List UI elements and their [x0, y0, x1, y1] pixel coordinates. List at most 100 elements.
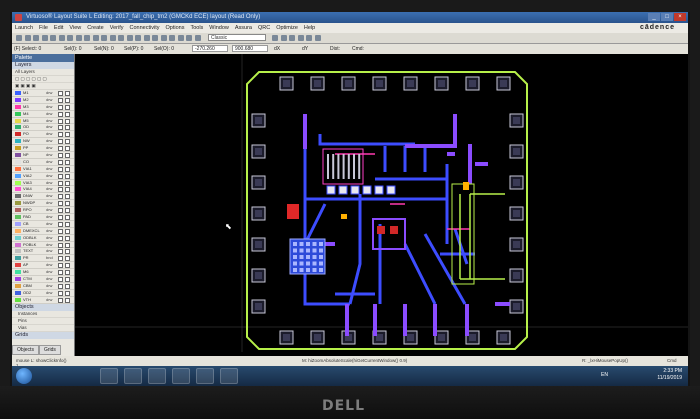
layer-selectable-checkbox[interactable]	[65, 153, 70, 159]
layer-visible-checkbox[interactable]	[58, 146, 63, 152]
layer-visible-checkbox[interactable]	[58, 180, 63, 186]
toolbar-tool-icon[interactable]	[41, 35, 48, 41]
layer-visible-checkbox[interactable]	[58, 215, 63, 221]
menu-view[interactable]: View	[66, 25, 84, 31]
layer-row[interactable]: PP drw	[12, 145, 74, 153]
layer-row[interactable]: M6 drw	[12, 269, 74, 277]
layer-row[interactable]: CBM drw	[12, 283, 74, 290]
layer-selectable-checkbox[interactable]	[65, 215, 70, 221]
layer-selectable-checkbox[interactable]	[65, 208, 70, 214]
toolbar-tool-icon[interactable]	[75, 35, 82, 41]
toolbar-tool-icon[interactable]	[186, 35, 192, 41]
layer-visible-checkbox[interactable]	[58, 159, 63, 165]
layer-row[interactable]: CO drw	[12, 159, 74, 166]
menu-verify[interactable]: Verify	[107, 25, 127, 31]
layer-visible-checkbox[interactable]	[58, 263, 63, 269]
layer-selectable-checkbox[interactable]	[65, 221, 70, 227]
layer-row[interactable]: ODBLK drw	[12, 235, 74, 242]
toolbar-tool-icon[interactable]	[272, 35, 278, 41]
layer-visible-checkbox[interactable]	[58, 187, 63, 193]
layer-row[interactable]: CTM drw	[12, 276, 74, 283]
menu-options[interactable]: Options	[162, 25, 187, 31]
layer-visible-checkbox[interactable]	[58, 125, 63, 131]
layer-visible-checkbox[interactable]	[58, 290, 63, 296]
toolbar-tool-icon[interactable]	[101, 35, 107, 41]
layer-selectable-checkbox[interactable]	[65, 139, 70, 145]
layer-selectable-checkbox[interactable]	[65, 180, 70, 186]
toolbar-tool-icon[interactable]	[67, 35, 73, 41]
layer-selectable-checkbox[interactable]	[65, 187, 70, 193]
layer-row[interactable]: M3 drw	[12, 104, 74, 111]
minimize-button[interactable]: _	[648, 13, 660, 21]
layer-visible-checkbox[interactable]	[58, 139, 63, 145]
layer-visible-checkbox[interactable]	[58, 277, 63, 283]
toolbar-tool-icon[interactable]	[314, 35, 321, 41]
maximize-button[interactable]: □	[661, 13, 673, 21]
toolbar-tool-icon[interactable]	[58, 35, 65, 41]
layer-row[interactable]: NW drw	[12, 138, 74, 146]
layer-row[interactable]: OD2 drw	[12, 290, 74, 297]
layer-filter[interactable]: All Layers	[12, 69, 74, 76]
layer-visible-checkbox[interactable]	[58, 132, 63, 138]
layer-row[interactable]: RPO drw	[12, 207, 74, 215]
layer-row[interactable]: CB drw	[12, 221, 74, 228]
layer-selectable-checkbox[interactable]	[65, 125, 70, 131]
layer-row[interactable]: NP drw	[12, 152, 74, 159]
layer-visible-checkbox[interactable]	[58, 221, 63, 227]
layer-selectable-checkbox[interactable]	[65, 290, 70, 296]
layer-visible-checkbox[interactable]	[58, 235, 63, 241]
layout-canvas[interactable]: ⬉	[75, 54, 688, 352]
layer-visible-checkbox[interactable]	[58, 118, 63, 124]
toolbar-tool-icon[interactable]	[160, 35, 167, 41]
layer-selectable-checkbox[interactable]	[65, 146, 70, 152]
layer-visible-checkbox[interactable]	[58, 91, 63, 96]
layer-selectable-checkbox[interactable]	[65, 173, 70, 179]
toolbar-tool-icon[interactable]	[297, 35, 304, 41]
menu-help[interactable]: Help	[301, 25, 318, 31]
layer-selectable-checkbox[interactable]	[65, 256, 70, 262]
toolbar-tool-icon[interactable]	[169, 35, 175, 41]
layer-row[interactable]: AP drw	[12, 262, 74, 270]
layer-selectable-checkbox[interactable]	[65, 283, 70, 289]
layer-visible-checkbox[interactable]	[58, 242, 63, 248]
layer-visible-checkbox[interactable]	[58, 297, 63, 303]
layer-selectable-checkbox[interactable]	[65, 277, 70, 283]
layer-selectable-checkbox[interactable]	[65, 91, 70, 96]
layer-row[interactable]: PR bnd	[12, 255, 74, 263]
object-row[interactable]: Pins	[12, 318, 74, 325]
layer-row[interactable]: VIA1 drw	[12, 166, 74, 173]
layer-row[interactable]: VIA3 drw	[12, 180, 74, 187]
layer-selectable-checkbox[interactable]	[65, 249, 70, 255]
layer-visible-checkbox[interactable]	[58, 153, 63, 159]
menu-optimize[interactable]: Optimize	[273, 25, 301, 31]
toolbar-tool-icon[interactable]	[194, 35, 201, 41]
menu-file[interactable]: File	[36, 25, 51, 31]
toolbar-tool-icon[interactable]	[16, 35, 22, 41]
layer-selectable-checkbox[interactable]	[65, 228, 70, 234]
toolbar-tool-icon[interactable]	[126, 35, 133, 41]
layer-row[interactable]: DMEXCL drw	[12, 228, 74, 235]
taskbar-media-icon[interactable]	[148, 368, 166, 384]
clock[interactable]: 2:33 PM 11/19/2019	[657, 368, 682, 382]
layer-selectable-checkbox[interactable]	[65, 263, 70, 269]
layer-row[interactable]: VTH drw	[12, 297, 74, 304]
language-indicator[interactable]: EN	[601, 372, 608, 378]
layer-visible-checkbox[interactable]	[58, 201, 63, 207]
toolbar-tool-icon[interactable]	[92, 35, 99, 41]
layer-row[interactable]: PO drw	[12, 131, 74, 139]
layer-row[interactable]: VIA4 drw	[12, 186, 74, 194]
toolbar-tool-icon[interactable]	[84, 35, 90, 41]
palette-tab-objects[interactable]: Objects	[12, 345, 39, 355]
layer-selectable-checkbox[interactable]	[65, 297, 70, 303]
taskbar-cadence-icon[interactable]	[196, 368, 214, 384]
start-button[interactable]	[16, 368, 32, 384]
layer-selectable-checkbox[interactable]	[65, 97, 70, 103]
toolbar-tool-icon[interactable]	[109, 35, 116, 41]
layer-visible-checkbox[interactable]	[58, 166, 63, 172]
menu-connectivity[interactable]: Connectivity	[127, 25, 163, 31]
toolbar-tool-icon[interactable]	[50, 35, 56, 41]
grids-section-header[interactable]: Grids	[12, 331, 74, 339]
toolbar-tool-icon[interactable]	[135, 35, 141, 41]
layer-visible-checkbox[interactable]	[58, 249, 63, 255]
layer-row[interactable]: M1 drw	[12, 90, 74, 97]
